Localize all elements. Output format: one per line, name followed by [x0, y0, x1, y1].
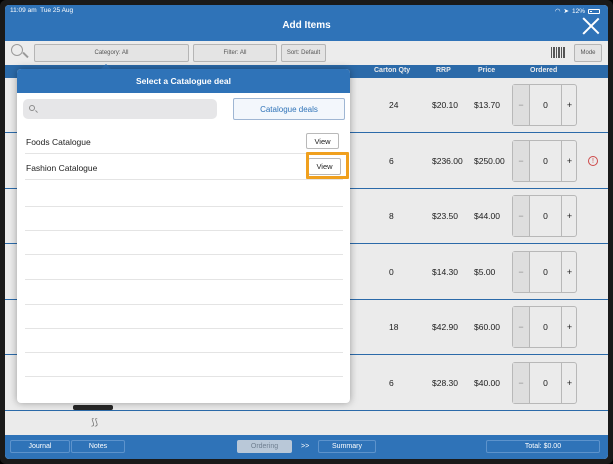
- view-foods-catalogue-button[interactable]: View: [306, 133, 339, 149]
- battery-icon: [588, 8, 600, 14]
- search-icon[interactable]: [11, 44, 29, 62]
- list-divider: [25, 230, 343, 231]
- status-date: Tue 25 Aug: [40, 7, 74, 14]
- wifi-icon: ◠: [554, 8, 561, 15]
- catalogue-name: Foods Catalogue: [26, 137, 91, 147]
- summary-tab[interactable]: Summary: [318, 440, 376, 453]
- barcode-icon[interactable]: [551, 47, 565, 58]
- catalogue-name: Fashion Catalogue: [26, 163, 98, 173]
- list-divider: [25, 206, 343, 207]
- list-divider: [25, 352, 343, 353]
- toolbar: Category: All Filter: All Sort: Default …: [5, 41, 608, 65]
- list-divider: [25, 328, 343, 329]
- app-screen: 11:09 am Tue 25 Aug ◠ ➤ 12% Add Items Ca…: [5, 5, 608, 459]
- page-title: Add Items: [282, 20, 331, 31]
- category-button[interactable]: Category: All: [34, 44, 189, 62]
- search-icon: [29, 105, 35, 111]
- status-time-date: 11:09 am Tue 25 Aug: [10, 7, 73, 14]
- list-divider: [25, 376, 343, 377]
- journal-button[interactable]: Journal: [10, 440, 70, 453]
- list-divider: [25, 279, 343, 280]
- catalogue-row-fashion[interactable]: Fashion Catalogue View: [25, 156, 343, 180]
- footer-bar: Journal Notes Ordering >> Summary Total:…: [5, 435, 608, 459]
- battery-percent: 12%: [571, 7, 585, 15]
- filter-button[interactable]: Filter: All: [193, 44, 277, 62]
- step-arrows: >>: [301, 443, 310, 450]
- catalogue-deals-button[interactable]: Catalogue deals: [233, 98, 345, 120]
- close-icon[interactable]: [582, 17, 600, 35]
- location-icon: ➤: [563, 8, 569, 15]
- list-divider: [25, 254, 343, 255]
- ordering-tab[interactable]: Ordering: [237, 440, 292, 453]
- list-divider: [25, 304, 343, 305]
- modal-search-field[interactable]: [23, 99, 217, 119]
- catalogue-search-input[interactable]: [39, 99, 214, 119]
- highlight-box: [306, 152, 349, 179]
- status-time: 11:09 am: [10, 7, 37, 14]
- catalogue-row-foods[interactable]: Foods Catalogue View: [25, 130, 343, 154]
- catalogue-deal-modal: Select a Catalogue deal Catalogue deals …: [17, 69, 350, 403]
- device-frame: 11:09 am Tue 25 Aug ◠ ➤ 12% Add Items Ca…: [0, 0, 613, 464]
- total-display: Total: $0.00: [486, 440, 600, 453]
- app-header: 11:09 am Tue 25 Aug ◠ ➤ 12% Add Items: [5, 5, 608, 41]
- notes-button[interactable]: Notes: [71, 440, 125, 453]
- status-indicators: ◠ ➤ 12%: [555, 7, 600, 15]
- modal-title: Select a Catalogue deal: [17, 69, 350, 93]
- sort-button[interactable]: Sort: Default: [281, 44, 326, 62]
- mode-button[interactable]: Mode: [574, 44, 602, 62]
